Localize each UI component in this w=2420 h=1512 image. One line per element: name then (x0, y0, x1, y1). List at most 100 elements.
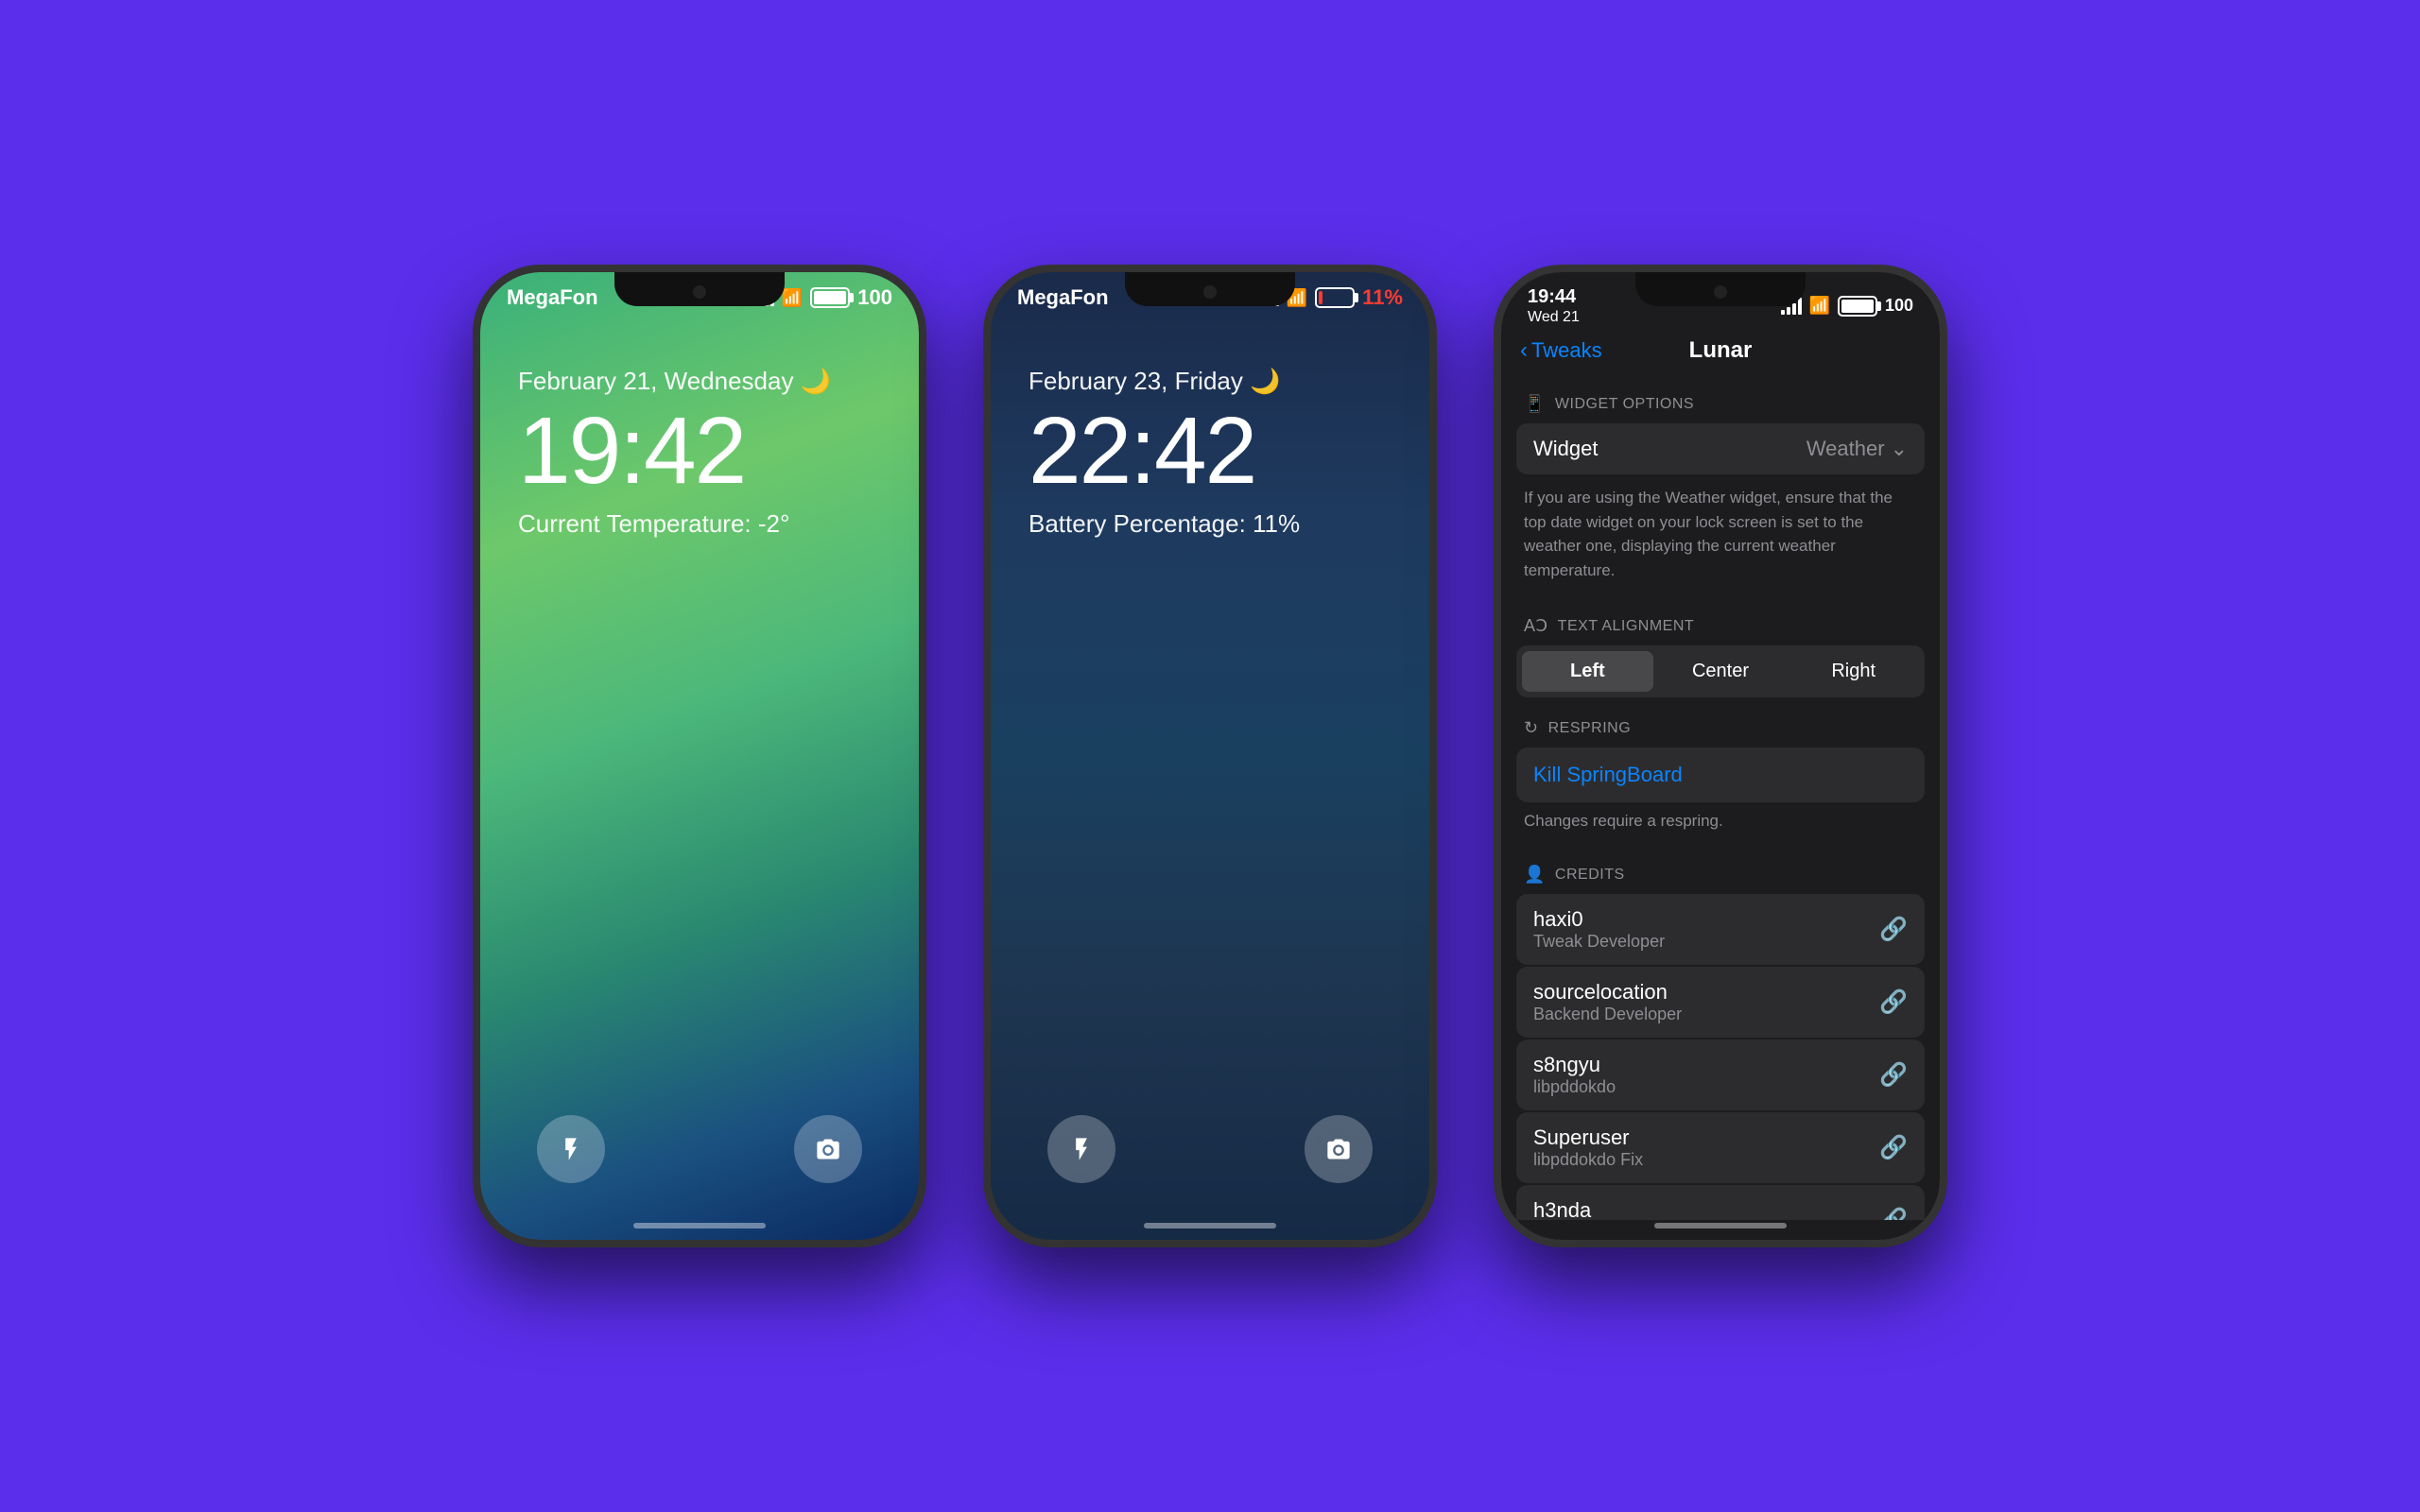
link-icon-h3nda[interactable]: 🔗 (1879, 1207, 1908, 1220)
credit-haxi0-name: haxi0 (1533, 907, 1665, 932)
lockscreen-1: MegaFon 📶 100 February 21, Wednesday 🌙 1… (480, 272, 919, 1240)
widget-options-label: WIDGET OPTIONS (1555, 396, 1694, 413)
power-button-2 (1433, 461, 1437, 575)
widget-row[interactable]: Widget Weather ⌄ (1516, 423, 1925, 474)
settings-content[interactable]: 📱 WIDGET OPTIONS Widget Weather ⌄ If you… (1501, 375, 1940, 1220)
credit-haxi0[interactable]: haxi0 Tweak Developer 🔗 (1516, 894, 1925, 965)
chevron-down-icon: ⌄ (1891, 437, 1908, 461)
vol-up-button-1 (473, 546, 476, 612)
settings-time: 19:44 Wed 21 (1528, 285, 1580, 326)
home-indicator-1 (633, 1223, 766, 1228)
lockscreen-actions-2 (991, 1115, 1429, 1183)
alignment-picker: Left Center Right (1516, 645, 1925, 697)
credit-h3nda[interactable]: h3nda Tester 🔗 (1516, 1185, 1925, 1220)
text-alignment-icon: Aↄ (1524, 616, 1548, 636)
front-camera-1 (693, 285, 706, 299)
power-button-3 (1944, 461, 1947, 575)
respring-note: Changes require a respring. (1501, 804, 1940, 846)
signal-icon-3 (1781, 298, 1802, 315)
status-icons-1: 📶 100 (753, 285, 892, 310)
phone-2: MegaFon 📶 11% February 23, Friday 🌙 22:4… (983, 265, 1437, 1247)
back-button[interactable]: ‹ Tweaks (1520, 337, 1602, 364)
status-icons-3: 📶 100 (1781, 296, 1913, 317)
align-center[interactable]: Center (1655, 651, 1787, 692)
front-camera-3 (1714, 285, 1727, 299)
align-left[interactable]: Left (1522, 651, 1653, 692)
credit-superuser-info: Superuser libpddokdo Fix (1533, 1125, 1643, 1170)
widget-options-header: 📱 WIDGET OPTIONS (1501, 375, 1940, 423)
settings-status-bar: 19:44 Wed 21 📶 100 (1501, 272, 1940, 326)
vol-down-button-3 (1494, 631, 1497, 697)
widget-options-icon: 📱 (1524, 394, 1546, 414)
battery-fill-2 (1319, 291, 1322, 304)
battery-icon-2 (1315, 287, 1355, 308)
lock-date-1: February 21, Wednesday 🌙 (518, 367, 881, 396)
battery-fill-3 (1841, 300, 1874, 313)
credits-label: CREDITS (1555, 867, 1625, 884)
credit-haxi0-role: Tweak Developer (1533, 932, 1665, 952)
credit-h3nda-name: h3nda (1533, 1198, 1591, 1220)
flashlight-button-1[interactable] (537, 1115, 605, 1183)
lockscreen-content-2: February 23, Friday 🌙 22:42 Battery Perc… (991, 310, 1429, 576)
carrier-1: MegaFon (507, 285, 598, 310)
battery-label-1: 100 (857, 285, 892, 310)
credit-superuser-role: libpddokdo Fix (1533, 1150, 1643, 1170)
signal-icon-1 (753, 289, 774, 306)
credit-s8ngyu-role: libpddokdo (1533, 1077, 1616, 1097)
credit-haxi0-info: haxi0 Tweak Developer (1533, 907, 1665, 952)
power-button-1 (923, 461, 926, 575)
credit-s8ngyu-name: s8ngyu (1533, 1053, 1616, 1077)
chevron-left-icon: ‹ (1520, 337, 1528, 364)
kill-springboard-button[interactable]: Kill SpringBoard (1516, 747, 1925, 802)
flashlight-button-2[interactable] (1047, 1115, 1115, 1183)
lock-time-2: 22:42 (1028, 404, 1392, 498)
battery-icon-1 (810, 287, 850, 308)
link-icon-haxi0[interactable]: 🔗 (1879, 916, 1908, 943)
lockscreen-2: MegaFon 📶 11% February 23, Friday 🌙 22:4… (991, 272, 1429, 1240)
link-icon-superuser[interactable]: 🔗 (1879, 1134, 1908, 1161)
vol-up-button-2 (983, 546, 987, 612)
credit-sourcelocation-name: sourcelocation (1533, 980, 1682, 1005)
lockscreen-content-1: February 21, Wednesday 🌙 19:42 Current T… (480, 310, 919, 576)
link-icon-sourcelocation[interactable]: 🔗 (1879, 988, 1908, 1016)
home-indicator-3 (1654, 1223, 1787, 1228)
settings-time-line1: 19:44 (1528, 285, 1580, 308)
credit-h3nda-info: h3nda Tester (1533, 1198, 1591, 1220)
credit-sourcelocation-info: sourcelocation Backend Developer (1533, 980, 1682, 1024)
text-alignment-header: Aↄ TEXT ALIGNMENT (1501, 597, 1940, 645)
widget-value-container: Weather ⌄ (1806, 437, 1908, 461)
lock-time-1: 19:42 (518, 404, 881, 498)
credit-superuser-name: Superuser (1533, 1125, 1643, 1150)
battery-label-2: 11% (1362, 285, 1403, 310)
nav-title: Lunar (1689, 337, 1753, 364)
credits-icon: 👤 (1524, 865, 1546, 885)
settings-screen: 19:44 Wed 21 📶 100 ‹ Tweaks Lunar (1501, 272, 1940, 1240)
lock-widget-2: Battery Percentage: 11% (1028, 509, 1392, 539)
widget-note: If you are using the Weather widget, ens… (1501, 476, 1940, 597)
camera-button-2[interactable] (1305, 1115, 1373, 1183)
wifi-icon-2: 📶 (1287, 288, 1307, 308)
credit-superuser[interactable]: Superuser libpddokdo Fix 🔗 (1516, 1112, 1925, 1183)
widget-value: Weather (1806, 437, 1885, 461)
nav-bar: ‹ Tweaks Lunar (1501, 326, 1940, 375)
wifi-icon-1: 📶 (782, 288, 803, 308)
lock-date-2: February 23, Friday 🌙 (1028, 367, 1392, 396)
respring-header: ↻ RESPRING (1501, 699, 1940, 747)
camera-button-1[interactable] (794, 1115, 862, 1183)
battery-icon-3 (1838, 296, 1877, 317)
wifi-icon-3: 📶 (1809, 296, 1830, 316)
align-right[interactable]: Right (1788, 651, 1919, 692)
vol-up-button-3 (1494, 546, 1497, 612)
battery-label-3: 100 (1885, 296, 1913, 316)
credit-s8ngyu[interactable]: s8ngyu libpddokdo 🔗 (1516, 1040, 1925, 1110)
credit-sourcelocation[interactable]: sourcelocation Backend Developer 🔗 (1516, 967, 1925, 1038)
lock-widget-1: Current Temperature: -2° (518, 509, 881, 539)
phone-1: MegaFon 📶 100 February 21, Wednesday 🌙 1… (473, 265, 926, 1247)
widget-label: Widget (1533, 437, 1598, 461)
link-icon-s8ngyu[interactable]: 🔗 (1879, 1061, 1908, 1089)
respring-icon: ↻ (1524, 718, 1539, 738)
home-indicator-2 (1144, 1223, 1276, 1228)
credits-header: 👤 CREDITS (1501, 846, 1940, 894)
credit-s8ngyu-info: s8ngyu libpddokdo (1533, 1053, 1616, 1097)
vol-down-button-2 (983, 631, 987, 697)
